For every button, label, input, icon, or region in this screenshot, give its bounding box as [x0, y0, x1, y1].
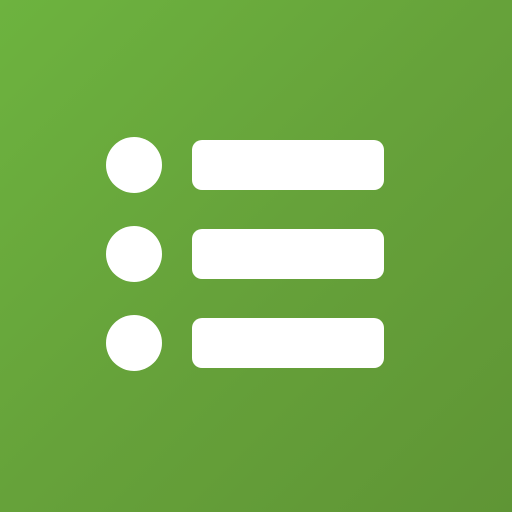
list-row-3 — [106, 315, 384, 371]
list-line-bar — [192, 229, 384, 279]
bullet-dot-icon — [106, 315, 162, 371]
list-line-bar — [192, 318, 384, 368]
list-row-2 — [106, 226, 384, 282]
bullet-dot-icon — [106, 137, 162, 193]
bullet-dot-icon — [106, 226, 162, 282]
list-row-1 — [106, 137, 384, 193]
bulleted-list-icon — [0, 0, 512, 512]
list-line-bar — [192, 140, 384, 190]
